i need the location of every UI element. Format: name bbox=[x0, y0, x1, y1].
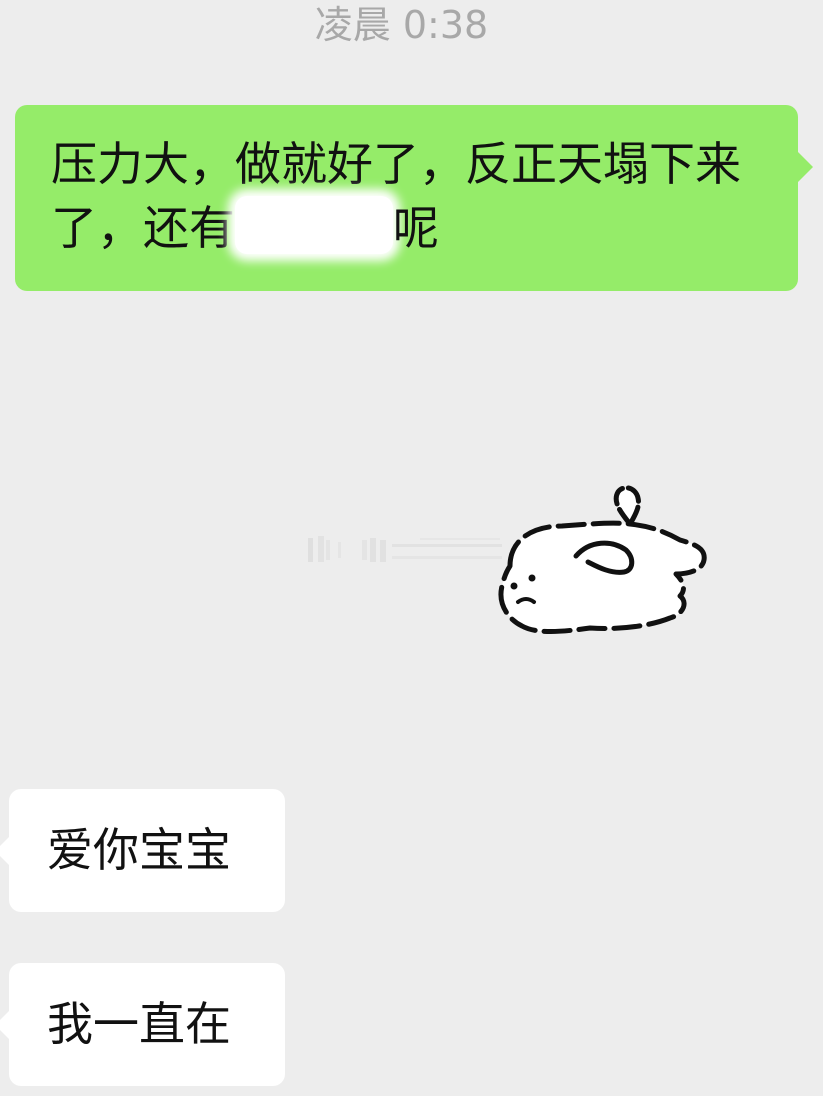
incoming-message-bubble[interactable]: 爱你宝宝 bbox=[0, 789, 285, 912]
message-text-end: 呢 bbox=[393, 201, 439, 255]
incoming-message-bubble[interactable]: 我一直在 bbox=[0, 963, 285, 1086]
motion-lines bbox=[308, 536, 502, 562]
white-bunny-lying-down-sticker[interactable] bbox=[300, 478, 720, 648]
redacted-name-block bbox=[235, 196, 393, 254]
bunny-body bbox=[498, 485, 707, 634]
message-text: 爱你宝宝 bbox=[47, 823, 231, 877]
outgoing-message-bubble[interactable]: 压力大，做就好了，反正天塌下来了，还有呢 bbox=[15, 105, 813, 291]
message-text: 我一直在 bbox=[47, 997, 231, 1051]
chat-timestamp: 凌晨 0:38 bbox=[314, 3, 489, 47]
